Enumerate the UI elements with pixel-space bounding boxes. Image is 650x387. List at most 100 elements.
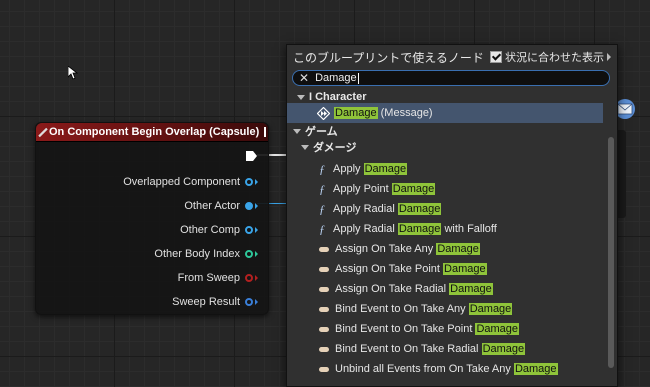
item-prefix: Apply Radial xyxy=(333,203,398,215)
list-item[interactable]: Unbind all Events from On Take Any Damag… xyxy=(287,359,603,379)
list-item[interactable]: ƒ Apply Point Damage xyxy=(287,179,603,199)
item-suffix: with Falloff xyxy=(441,223,497,235)
pin-arrow-icon xyxy=(255,203,258,209)
list-item[interactable]: Assign On Take Point Damage xyxy=(287,259,603,279)
pin-arrow-icon xyxy=(255,227,258,233)
pin-label: Other Comp xyxy=(180,224,240,236)
context-sensitive-checkbox[interactable] xyxy=(490,51,502,63)
menu-title: このブループリントで使えるノード xyxy=(293,50,484,65)
event-dispatcher-icon xyxy=(319,286,329,292)
context-sensitive-label[interactable]: 状況に合わせた表示 xyxy=(505,49,604,65)
list-item[interactable]: Bind Event to On Take Any Damage xyxy=(287,299,603,319)
item-prefix: Assign On Take Radial xyxy=(335,283,450,295)
event-dispatcher-icon xyxy=(319,366,329,372)
pin-arrow-icon xyxy=(255,179,258,185)
match-highlight: Damage xyxy=(468,303,513,315)
list-item-damage-message[interactable]: Damage (Message) xyxy=(287,103,603,123)
item-prefix: Bind Event to On Take Any xyxy=(335,303,469,315)
item-prefix: Unbind all Events from On Take Any xyxy=(335,363,514,375)
search-input[interactable]: ✕ Damage xyxy=(292,70,610,86)
pin-row[interactable]: Other Body Index xyxy=(154,246,258,262)
pin-label: Sweep Result xyxy=(172,296,240,308)
pin-connector-icon[interactable] xyxy=(245,202,253,210)
text-caret xyxy=(357,72,359,84)
category-label: I Character xyxy=(309,91,367,103)
list-item[interactable]: ƒ Apply Damage xyxy=(287,159,603,179)
item-label: Apply Point Damage xyxy=(333,183,436,195)
item-prefix: Bind Event to On Take Radial xyxy=(335,343,482,355)
scrollbar-thumb[interactable] xyxy=(608,137,614,368)
match-highlight: Damage xyxy=(363,163,408,175)
pin-arrow-icon xyxy=(255,251,258,257)
node-header[interactable]: On Component Begin Overlap (Capsule) xyxy=(36,123,268,142)
pin-row[interactable]: Sweep Result xyxy=(172,294,258,310)
item-label: Assign On Take Radial Damage xyxy=(335,283,493,295)
pin-label: Other Actor xyxy=(184,200,240,212)
event-dispatcher-icon xyxy=(319,346,329,352)
item-label: Bind Event to On Take Radial Damage xyxy=(335,343,526,355)
list-item[interactable]: Assign On Take Radial Damage xyxy=(287,279,603,299)
expand-arrow-icon[interactable] xyxy=(297,94,305,100)
event-node-begin-overlap[interactable]: On Component Begin Overlap (Capsule) Ove… xyxy=(35,122,269,315)
exec-output-pin-icon[interactable] xyxy=(246,151,258,161)
node-delegate-pin-icon[interactable] xyxy=(264,127,267,137)
menu-header: このブループリントで使えるノード 状況に合わせた表示 xyxy=(287,45,617,69)
item-suffix: (Message) xyxy=(377,107,433,119)
match-highlight: Damage xyxy=(436,243,480,255)
event-dispatcher-icon xyxy=(319,246,329,252)
clear-search-icon[interactable]: ✕ xyxy=(299,72,309,84)
function-icon: ƒ xyxy=(319,221,325,236)
pin-connector-icon[interactable] xyxy=(245,250,253,258)
item-prefix: Assign On Take Any xyxy=(335,243,437,255)
pin-connector-icon[interactable] xyxy=(245,178,253,186)
function-icon: ƒ xyxy=(319,201,325,216)
category-label: ダメージ xyxy=(313,142,357,154)
pin-arrow-icon xyxy=(255,275,258,281)
pin-label: Overlapped Component xyxy=(123,176,240,188)
pin-row[interactable]: From Sweep xyxy=(178,270,258,286)
item-prefix: Apply xyxy=(333,163,364,175)
list-item[interactable]: Bind Event to On Take Point Damage xyxy=(287,319,603,339)
pin-arrow-icon xyxy=(255,299,258,305)
match-highlight: Damage xyxy=(481,343,526,355)
event-dispatcher-icon xyxy=(319,306,329,312)
item-prefix: Bind Event to On Take Point xyxy=(335,323,476,335)
list-item[interactable]: Assign On Take Any Damage xyxy=(287,239,603,259)
pin-connector-icon[interactable] xyxy=(245,226,253,234)
pin-row[interactable]: Other Comp xyxy=(180,222,258,238)
search-value[interactable]: Damage xyxy=(315,72,357,84)
item-label: Unbind all Events from On Take Any Damag… xyxy=(335,363,558,375)
match-highlight: Damage xyxy=(513,363,558,375)
item-label: Apply Damage xyxy=(333,163,408,175)
item-label: Bind Event to On Take Point Damage xyxy=(335,323,520,335)
category-damage[interactable]: ダメージ xyxy=(287,139,603,155)
pin-connector-icon[interactable] xyxy=(245,274,253,282)
expand-arrow-icon[interactable] xyxy=(293,128,301,134)
mouse-cursor-icon xyxy=(68,66,78,80)
event-dispatcher-icon xyxy=(319,326,329,332)
list-item[interactable]: ƒ Apply Radial Damage xyxy=(287,199,603,219)
match-highlight: Damage xyxy=(449,283,493,295)
match-highlight: Damage xyxy=(397,223,442,235)
list-item[interactable]: ƒ Apply Radial Damage with Falloff xyxy=(287,219,603,239)
match-highlight: Damage xyxy=(397,203,442,215)
context-action-menu[interactable]: このブループリントで使えるノード 状況に合わせた表示 ✕ Damage I Ch… xyxy=(286,44,618,387)
event-diamond-icon xyxy=(38,127,48,137)
match-highlight: Damage xyxy=(443,263,487,275)
item-prefix: Assign On Take Point xyxy=(335,263,444,275)
pin-row[interactable]: Overlapped Component xyxy=(123,174,258,190)
chevron-right-icon[interactable] xyxy=(607,53,611,61)
category-game[interactable]: ゲーム xyxy=(287,123,603,139)
category-label: ゲーム xyxy=(305,126,338,138)
message-function-icon xyxy=(317,106,330,120)
match-highlight: Damage xyxy=(475,323,520,335)
item-label: Apply Radial Damage xyxy=(333,203,442,215)
match-highlight: Damage xyxy=(334,107,378,119)
pin-row[interactable]: Other Actor xyxy=(184,198,258,214)
node-list[interactable]: I Character Damage (Message) ゲーム ダメージ ƒA… xyxy=(287,89,617,386)
function-icon: ƒ xyxy=(319,161,325,176)
list-item[interactable]: Bind Event to On Take Radial Damage xyxy=(287,339,603,359)
pin-connector-icon[interactable] xyxy=(245,298,253,306)
expand-arrow-icon[interactable] xyxy=(301,144,309,150)
item-label: Assign On Take Point Damage xyxy=(335,263,487,275)
